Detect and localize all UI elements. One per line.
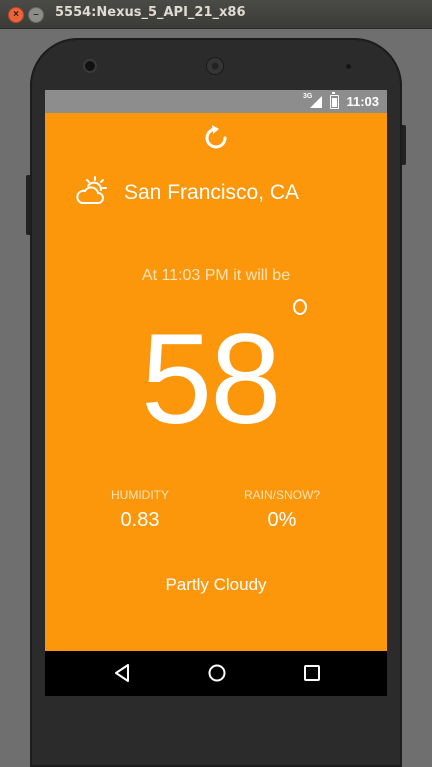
home-icon[interactable]: [207, 663, 227, 683]
status-time: 11:03: [346, 94, 379, 109]
window-close-button[interactable]: ×: [8, 7, 24, 23]
navigation-bar: [45, 651, 387, 696]
weather-summary: Partly Cloudy: [165, 575, 267, 594]
humidity-label: HUMIDITY: [111, 488, 169, 502]
location-label: San Francisco, CA: [124, 181, 300, 204]
temperature-value: 58: [141, 308, 281, 451]
signal-icon: [310, 96, 322, 108]
battery-icon: [330, 92, 339, 109]
window-title: 5554:Nexus_5_API_21_x86: [55, 5, 246, 20]
recents-icon[interactable]: [303, 663, 321, 683]
forecast-time: At 11:03 PM it will be: [141, 267, 291, 284]
degree-symbol: [293, 299, 307, 315]
refresh-icon[interactable]: [202, 124, 230, 152]
weather-app: San Francisco, CA At 11:03 PM it will be…: [45, 113, 387, 651]
status-bar: 3G 11:03: [45, 90, 387, 113]
back-icon[interactable]: [113, 663, 131, 683]
power-button: [402, 125, 406, 165]
device-screen: 3G 11:03 San Francisco, CA At 11:03 PM i…: [45, 90, 387, 696]
window-minimize-button[interactable]: –: [28, 7, 44, 23]
humidity-value: 0.83: [120, 509, 160, 531]
window-titlebar: × – 5554:Nexus_5_API_21_x86: [0, 0, 432, 29]
partly-cloudy-day-icon: [76, 176, 107, 204]
front-camera: [85, 61, 95, 71]
earpiece-speaker: [207, 58, 223, 74]
precipitation-label: RAIN/SNOW?: [243, 488, 320, 502]
proximity-sensor: [346, 64, 351, 69]
precipitation-value: 0%: [267, 509, 297, 531]
